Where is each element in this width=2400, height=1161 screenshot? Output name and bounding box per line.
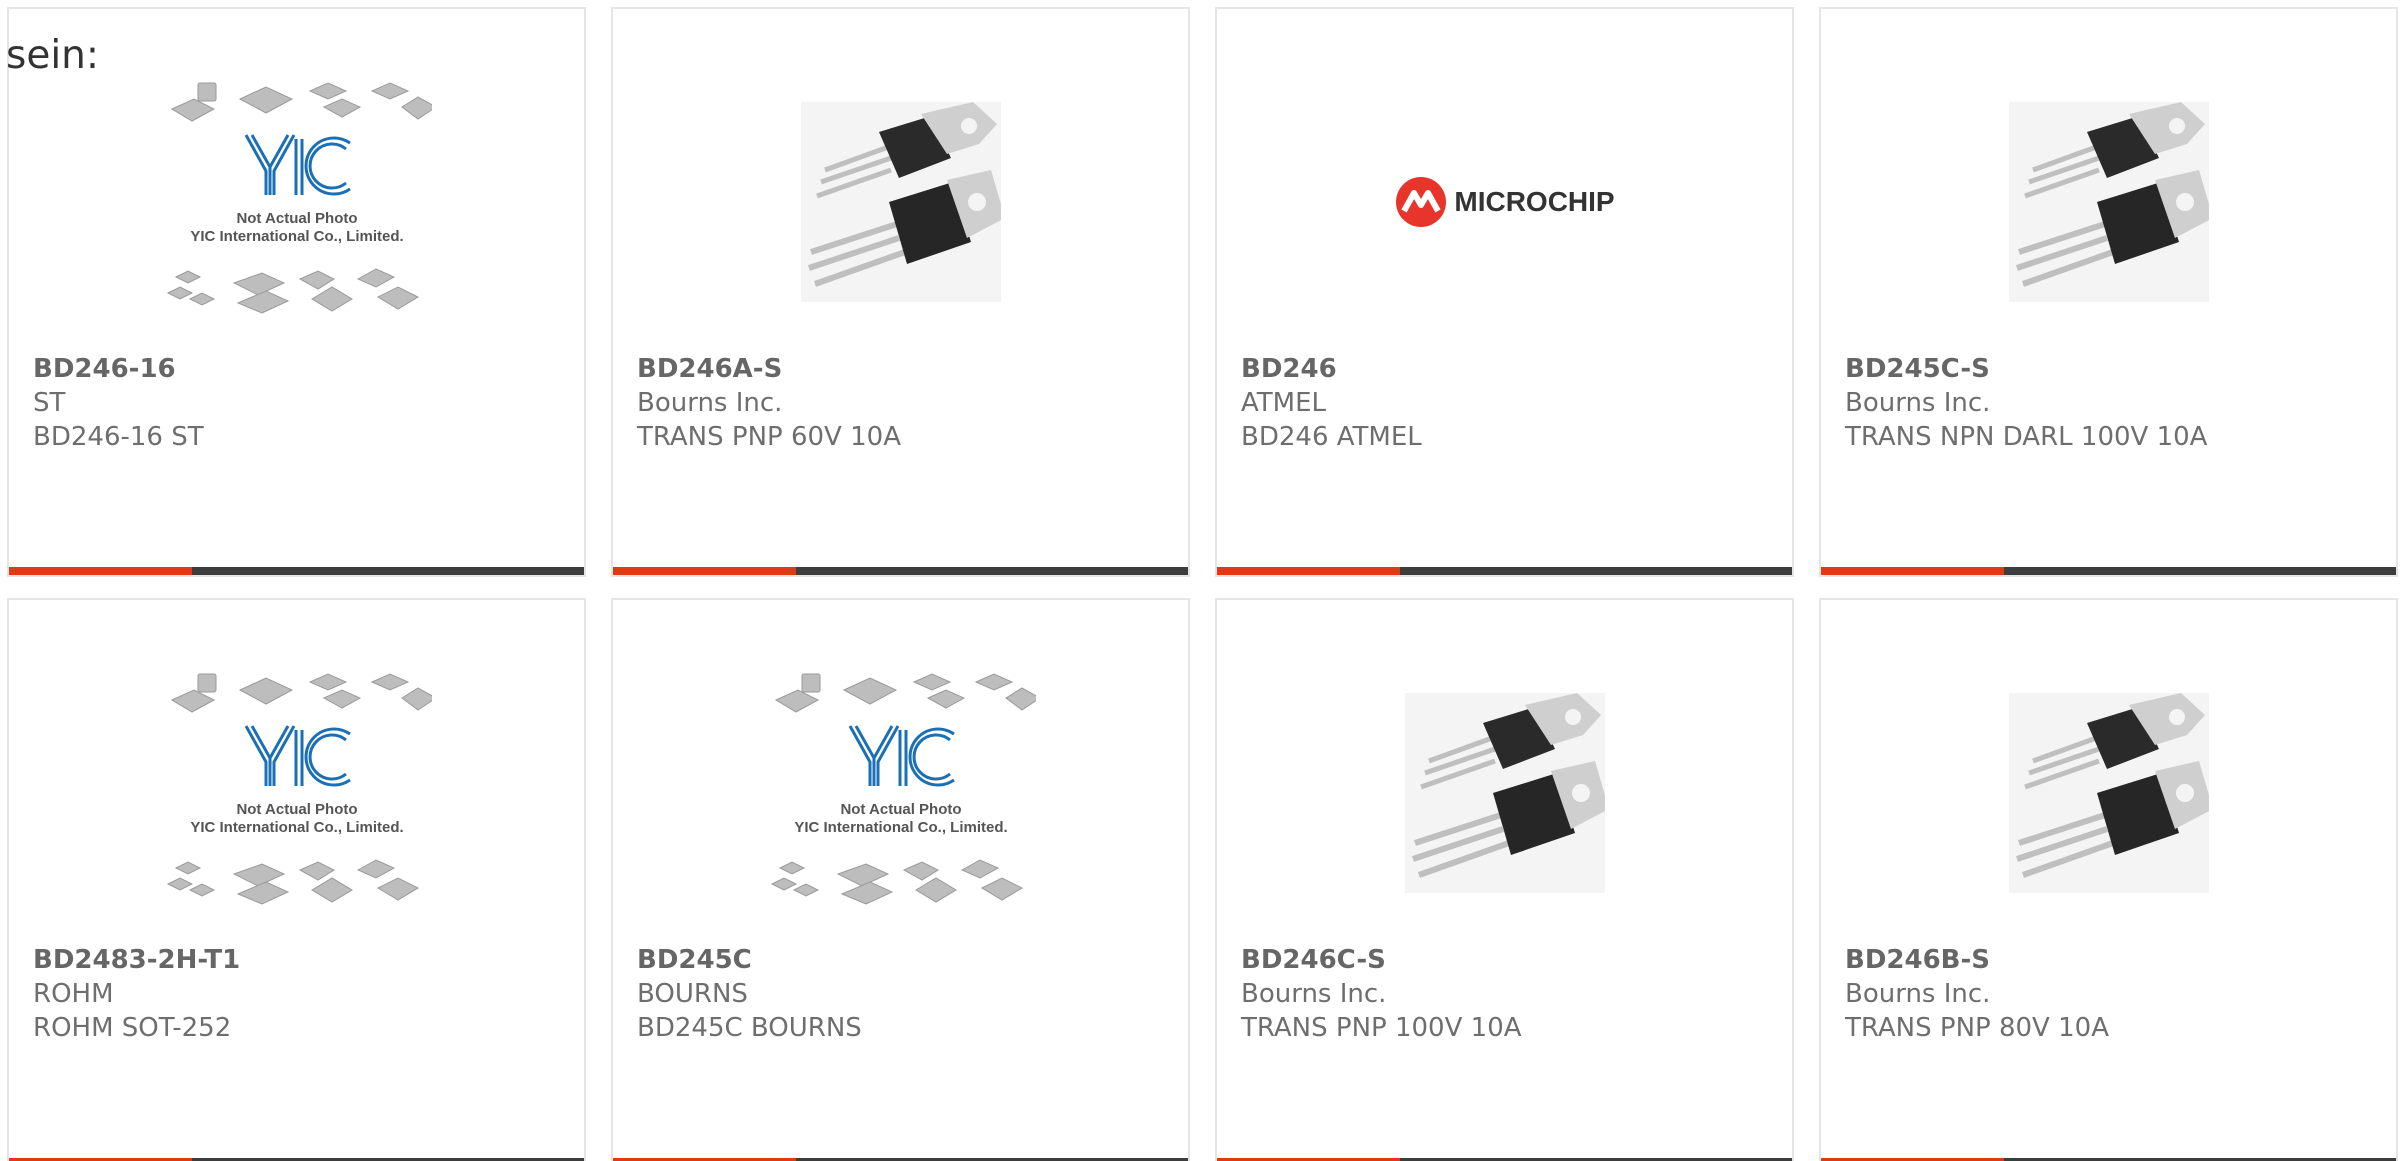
card-accent-bar	[1821, 567, 2004, 575]
card-progress-bar	[1821, 567, 2396, 575]
card-accent-bar	[1217, 567, 1400, 575]
product-grid: Not Actual Photo YIC International Co., …	[7, 7, 2398, 1161]
manufacturer: ROHM	[33, 979, 114, 1009]
description: BD246 ATMEL	[1241, 422, 1422, 452]
product-info: BD246B-S Bourns Inc. TRANS PNP 80V 10A	[1845, 943, 2384, 1045]
product-card[interactable]: Not Actual Photo YIC International Co., …	[7, 598, 586, 1161]
product-info: BD246C-S Bourns Inc. TRANS PNP 100V 10A	[1241, 943, 1780, 1045]
description: BD245C BOURNS	[637, 1013, 862, 1043]
part-number[interactable]: BD246A-S	[637, 352, 1176, 386]
svg-text:YIC International Co., Limited: YIC International Co., Limited.	[794, 819, 1007, 836]
part-number[interactable]: BD246-16	[33, 352, 572, 386]
product-info: BD245C-S Bourns Inc. TRANS NPN DARL 100V 1…	[1845, 352, 2384, 454]
part-number[interactable]: BD245C	[637, 943, 1176, 977]
product-info: BD246A-S Bourns Inc. TRANS PNP 60V 10A	[637, 352, 1176, 454]
card-progress-bar	[9, 567, 584, 575]
manufacturer: BOURNS	[637, 979, 748, 1009]
product-card[interactable]: BD246C-S Bourns Inc. TRANS PNP 100V 10A	[1215, 598, 1794, 1161]
product-info: BD246-16 ST BD246-16 ST	[33, 352, 572, 454]
svg-text:Not Actual Photo: Not Actual Photo	[236, 801, 357, 818]
intro-text: sein:	[6, 33, 100, 78]
svg-text:Not Actual Photo: Not Actual Photo	[840, 801, 961, 818]
part-number[interactable]: BD246C-S	[1241, 943, 1780, 977]
card-progress-bar	[613, 567, 1188, 575]
product-grid-page: sein: Not Actual Photo YIC International…	[0, 0, 2400, 1161]
product-image[interactable]	[1821, 648, 2396, 938]
product-info: BD246 ATMEL BD246 ATMEL	[1241, 352, 1780, 454]
microchip-logo: MICROCHIP	[1394, 175, 1615, 229]
product-image[interactable]: Not Actual Photo YIC International Co., …	[613, 648, 1188, 938]
product-card[interactable]: Not Actual Photo YIC International Co., …	[611, 598, 1190, 1161]
svg-text:YIC International Co., Limited: YIC International Co., Limited.	[190, 228, 403, 245]
description: TRANS PNP 60V 10A	[637, 422, 901, 452]
card-accent-bar	[613, 567, 796, 575]
product-info: BD2483-2H-T1 ROHM ROHM SOT-252	[33, 943, 572, 1045]
to220-transistor-icon	[800, 102, 1001, 302]
not-actual-photo-icon: Not Actual Photo YIC International Co., …	[166, 673, 432, 905]
svg-text:YIC International Co., Limited: YIC International Co., Limited.	[190, 819, 403, 836]
product-card[interactable]: BD246B-S Bourns Inc. TRANS PNP 80V 10A	[1819, 598, 2398, 1161]
to220-transistor-icon	[1404, 693, 1605, 893]
to220-transistor-icon	[2008, 102, 2209, 302]
description: TRANS PNP 100V 10A	[1241, 1013, 1522, 1043]
manufacturer: ST	[33, 388, 66, 418]
microchip-logo-icon	[1396, 177, 1447, 227]
description: BD246-16 ST	[33, 422, 204, 452]
product-image[interactable]: Not Actual Photo YIC International Co., …	[9, 57, 584, 347]
card-progress-bar	[1217, 567, 1792, 575]
manufacturer: Bourns Inc.	[1845, 388, 1991, 418]
description: TRANS NPN DARL 100V 10A	[1845, 422, 2208, 452]
description: ROHM SOT-252	[33, 1013, 232, 1043]
product-image[interactable]: MICROCHIP	[1217, 57, 1792, 347]
product-image[interactable]	[1821, 57, 2396, 347]
product-card[interactable]: BD246A-S Bourns Inc. TRANS PNP 60V 10A	[611, 7, 1190, 577]
not-actual-photo-icon: Not Actual Photo YIC International Co., …	[770, 673, 1036, 905]
part-number[interactable]: BD2483-2H-T1	[33, 943, 572, 977]
manufacturer: Bourns Inc.	[637, 388, 783, 418]
product-image[interactable]	[1217, 648, 1792, 938]
manufacturer: ATMEL	[1241, 388, 1326, 418]
manufacturer: Bourns Inc.	[1845, 979, 1991, 1009]
product-image[interactable]: Not Actual Photo YIC International Co., …	[9, 648, 584, 938]
product-card[interactable]: BD245C-S Bourns Inc. TRANS NPN DARL 100V 1…	[1819, 7, 2398, 577]
to220-transistor-icon	[2008, 693, 2209, 893]
manufacturer: Bourns Inc.	[1241, 979, 1387, 1009]
description: TRANS PNP 80V 10A	[1845, 1013, 2109, 1043]
svg-text:Not Actual Photo: Not Actual Photo	[236, 210, 357, 227]
not-actual-photo-icon: Not Actual Photo YIC International Co., …	[166, 82, 432, 314]
part-number[interactable]: BD246B-S	[1845, 943, 2384, 977]
product-info: BD245C BOURNS BD245C BOURNS	[637, 943, 1176, 1045]
card-accent-bar	[9, 567, 192, 575]
product-card[interactable]: MICROCHIP BD246 ATMEL BD246 ATMEL	[1215, 7, 1794, 577]
product-image[interactable]	[613, 57, 1188, 347]
part-number[interactable]: BD245C-S	[1845, 352, 2384, 386]
part-number[interactable]: BD246	[1241, 352, 1780, 386]
product-card[interactable]: Not Actual Photo YIC International Co., …	[7, 7, 586, 577]
